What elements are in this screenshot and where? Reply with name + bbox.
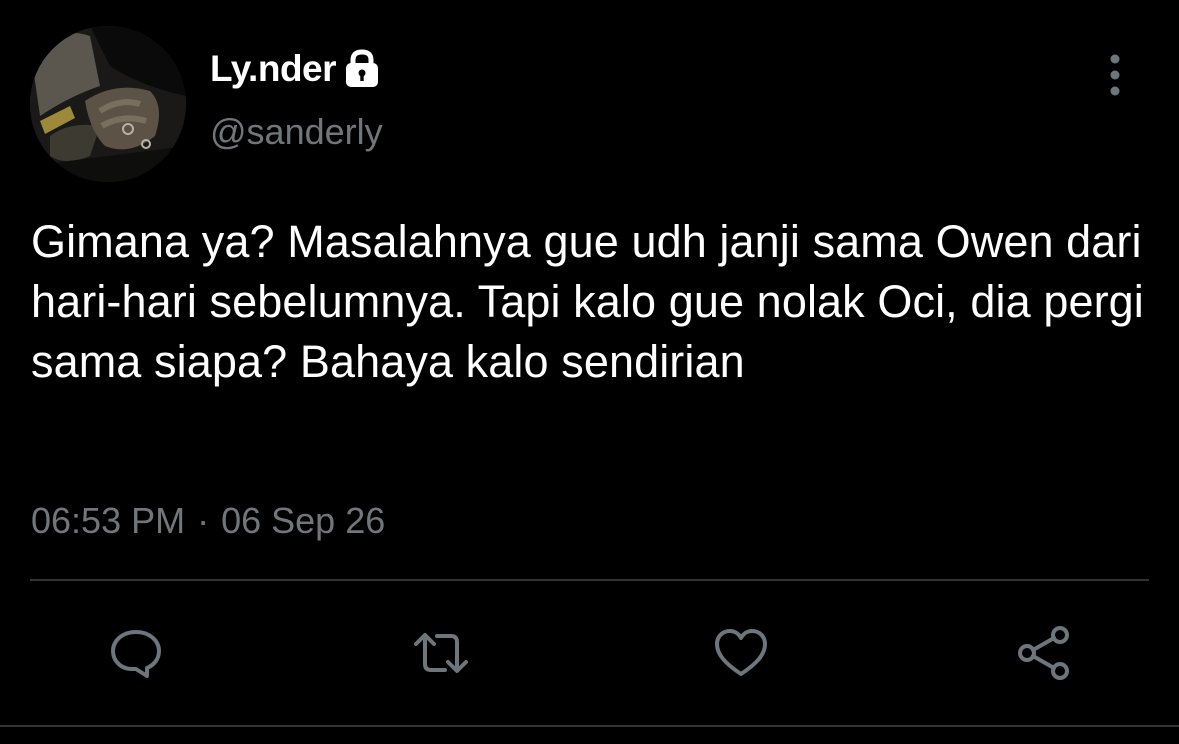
tweet-time: 06:53 PM <box>31 500 186 541</box>
lock-icon <box>344 49 380 89</box>
reply-button[interactable] <box>105 622 167 684</box>
divider-bottom <box>0 725 1179 727</box>
more-options-icon[interactable] <box>1100 52 1130 98</box>
user-handle[interactable]: @sanderly <box>210 111 383 153</box>
avatar[interactable] <box>30 26 186 182</box>
retweet-icon <box>414 633 468 673</box>
like-button[interactable] <box>710 622 772 684</box>
retweet-button[interactable] <box>410 622 472 684</box>
divider <box>30 579 1149 581</box>
share-button[interactable] <box>1013 622 1075 684</box>
reply-icon <box>111 630 161 678</box>
timestamp-separator: · <box>197 500 210 541</box>
avatar-photo-icon <box>30 26 186 182</box>
timestamp-row[interactable]: 06:53 PM · 06 Sep 26 <box>31 500 385 542</box>
display-name-row: Ly.nder <box>210 44 380 94</box>
tweet-detail: Ly.nder @sanderly Gimana ya? Masalahnya … <box>0 0 1179 744</box>
tweet-text: Gimana ya? Masalahnya gue udh janji sama… <box>31 216 1144 387</box>
share-icon <box>1018 626 1069 680</box>
tweet-date: 06 Sep 26 <box>221 500 386 541</box>
heart-icon <box>715 629 767 676</box>
display-name[interactable]: Ly.nder <box>210 48 337 90</box>
